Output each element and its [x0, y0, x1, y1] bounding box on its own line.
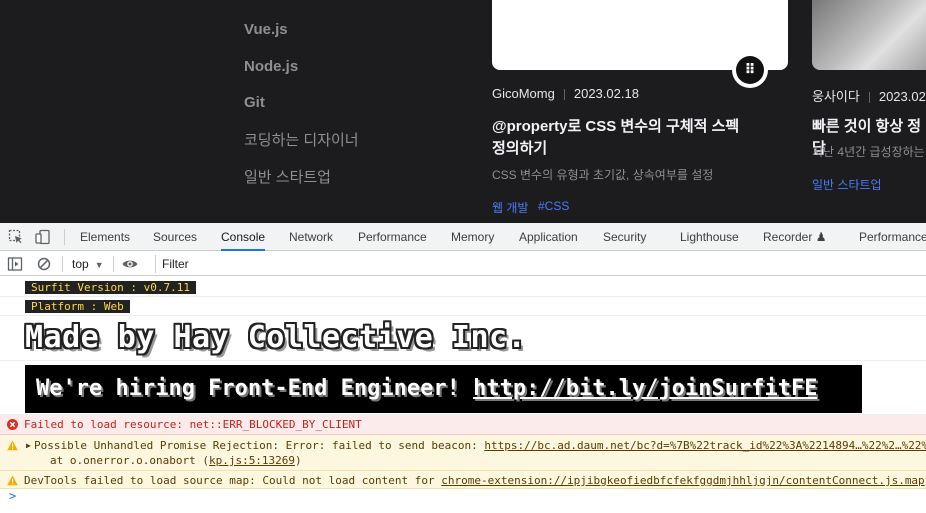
error-icon — [7, 419, 18, 430]
sidebar-toggle-icon[interactable] — [6, 255, 24, 273]
context-selector[interactable]: top ▼ — [72, 252, 104, 276]
source-location-link[interactable]: kp.js:5:13269 — [209, 454, 295, 467]
source-map-link[interactable]: chrome-extension://ipjibgkeofiedbfcfekfg… — [441, 474, 924, 487]
hiring-text: We're hiring Front-End Engineer! — [36, 376, 474, 401]
card-thumbnail[interactable] — [812, 0, 926, 70]
card-author[interactable]: 웅사이다 — [812, 89, 860, 104]
live-expression-eye-icon[interactable] — [121, 255, 139, 273]
console-log-row: Made by Hay Collective Inc. — [0, 316, 926, 361]
expand-triangle-icon[interactable]: ▶ — [26, 441, 31, 450]
card-meta: 웅사이다 2023.02. — [812, 86, 926, 105]
author-avatar[interactable]: ⠿ — [732, 52, 768, 88]
tab-application[interactable]: Application — [519, 223, 578, 251]
beacon-url-link[interactable]: https://bc.ad.daum.net/bc?d=%7B%22track_… — [484, 439, 926, 452]
nav-item-nodejs[interactable]: Node.js — [244, 58, 298, 75]
nav-item-vuejs[interactable]: Vue.js — [244, 21, 288, 38]
console-log-row: Surfit Version : v0.7.11 — [0, 277, 926, 297]
card-description: 지난 4년간 급성장하는 — [812, 145, 925, 159]
devtools-panel: Elements Sources Console Network Perform… — [0, 223, 926, 513]
card-date: 2023.02.18 — [573, 86, 639, 101]
warning-icon — [7, 440, 18, 451]
tab-elements[interactable]: Elements — [80, 223, 130, 251]
card-title[interactable]: @property로 CSS 변수의 구체적 스펙 정의하기 — [492, 116, 739, 160]
console-error-row: Failed to load resource: net::ERR_BLOCKE… — [0, 415, 926, 435]
console-toolbar: top ▼ Filter — [0, 252, 926, 276]
tab-security[interactable]: Security — [603, 223, 646, 251]
console-log-row: Platform : Web — [0, 297, 926, 316]
error-message: Failed to load resource: net::ERR_BLOCKE… — [24, 418, 362, 431]
tab-performance[interactable]: Performance — [358, 223, 427, 251]
tab-network[interactable]: Network — [289, 223, 333, 251]
hiring-link[interactable]: http://bit.ly/joinSurfitFE — [473, 376, 817, 401]
chevron-down-icon: ▼ — [94, 260, 104, 270]
card-tag-webdev[interactable]: 웹 개발 — [492, 199, 528, 216]
console-prompt[interactable]: > — [9, 489, 16, 503]
warning-message: Possible Unhandled Promise Rejection: Er… — [34, 439, 926, 452]
console-output: Surfit Version : v0.7.11 Platform : Web … — [0, 277, 926, 513]
nav-item-git[interactable]: Git — [244, 94, 265, 111]
tab-memory[interactable]: Memory — [451, 223, 494, 251]
card-author[interactable]: GicoMomg — [492, 86, 555, 101]
nav-item-coding-designer[interactable]: 코딩하는 디자이너 — [244, 129, 359, 150]
web-page: Vue.js Node.js Git 코딩하는 디자이너 일반 스타트업 ⠿ G… — [0, 0, 926, 223]
card-description: CSS 변수의 유형과 초기값, 상속여부를 설정 — [492, 168, 714, 182]
tab-performance-insights[interactable]: Performance — [859, 223, 926, 251]
tab-recorder[interactable]: Recorder ♟ — [763, 223, 826, 251]
context-value: top — [72, 257, 89, 271]
tab-lighthouse[interactable]: Lighthouse — [680, 223, 739, 251]
brand-logo-icon: ⠿ — [736, 56, 764, 84]
warning-message: DevTools failed to load source map: Coul… — [24, 474, 925, 487]
tab-console[interactable]: Console — [221, 223, 266, 251]
stack-trace-line: at o.onerror.o.onabort (kp.js:5:13269) — [50, 454, 302, 467]
card-date: 2023.02. — [878, 89, 926, 104]
card-tag-startup[interactable]: 일반 스타트업 — [812, 176, 882, 193]
console-log-row: We're hiring Front-End Engineer! http://… — [0, 361, 926, 415]
card-tag-css[interactable]: #CSS — [538, 199, 569, 213]
card-meta: GicoMomg 2023.02.18 — [492, 86, 639, 101]
device-toolbar-icon[interactable] — [34, 228, 52, 246]
nav-item-startup[interactable]: 일반 스타트업 — [244, 166, 331, 187]
clear-console-icon[interactable] — [35, 255, 53, 273]
made-by-banner: Made by Hay Collective Inc. — [25, 320, 527, 355]
version-badge: Surfit Version : v0.7.11 — [25, 281, 196, 294]
warning-icon — [7, 475, 18, 486]
console-warning-row: DevTools failed to load source map: Coul… — [0, 471, 926, 489]
inspect-element-icon[interactable] — [7, 228, 25, 246]
tab-sources[interactable]: Sources — [153, 223, 197, 251]
console-warning-row[interactable]: ▶ Possible Unhandled Promise Rejection: … — [0, 435, 926, 471]
console-filter-input[interactable]: Filter — [155, 255, 926, 273]
hiring-banner: We're hiring Front-End Engineer! http://… — [25, 365, 862, 413]
platform-badge: Platform : Web — [25, 300, 130, 313]
devtools-tab-bar: Elements Sources Console Network Perform… — [0, 223, 926, 251]
